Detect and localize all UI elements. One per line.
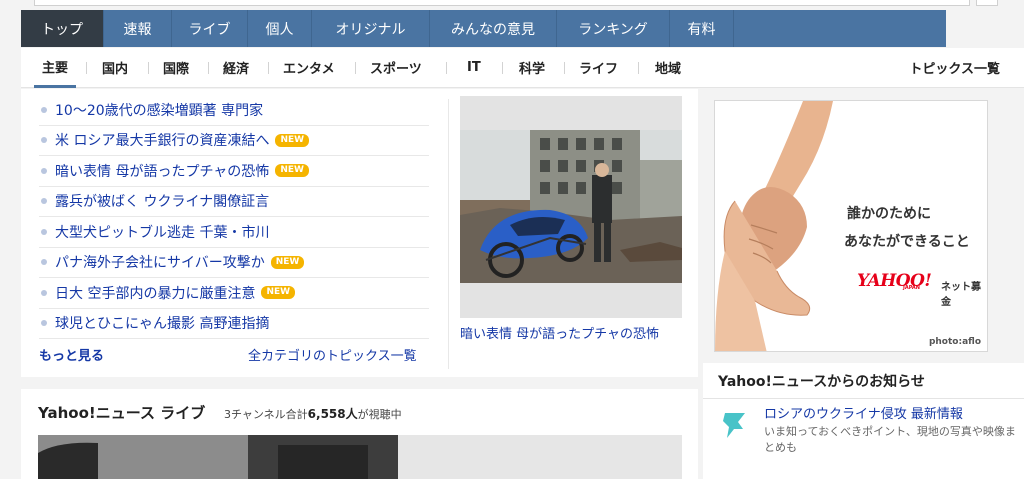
headline-text: 日大 空手部内の暴力に厳重注意 [55,285,256,302]
category-divider [502,62,503,74]
headline-item[interactable]: 日大 空手部内の暴力に厳重注意 NEW [39,278,429,309]
search-input[interactable] [34,0,970,6]
headline-list: 10～20歳代の感染増顕著 専門家 米 ロシア最大手銀行の資産凍結へ NEW 暗い… [39,95,429,339]
category-it[interactable]: IT [467,48,481,86]
category-world[interactable]: 国際 [163,48,189,86]
headline-item[interactable]: 球児とひこにゃん撮影 高野連指摘 [39,309,429,339]
tab-opinions[interactable]: みんなの意見 [430,10,557,47]
tab-paid[interactable]: 有料 [670,10,734,47]
tab-ranking[interactable]: ランキング [557,10,670,47]
column-divider [448,99,449,369]
ad-copy-line1: 誰かのために [847,206,931,222]
ad-banner[interactable]: 誰かのために あなたができること YAHOO! JAPAN ネット募金 phot… [714,100,988,352]
category-divider [148,62,149,74]
category-science[interactable]: 科学 [519,48,545,86]
tab-individual[interactable]: 個人 [248,10,312,47]
notice-divider [703,398,1024,399]
tab-original[interactable]: オリジナル [312,10,430,47]
headline-item[interactable]: 暗い表情 母が語ったプチャの恐怖 NEW [39,156,429,187]
viewers-prefix: 3チャンネル合計 [224,408,308,421]
notice-heading: Yahoo!ニュースからのお知らせ [718,374,925,390]
bullet-icon [41,320,47,327]
viewers-count: 6,558人 [307,407,358,421]
ad-copy-line2: あなたができること [844,234,970,250]
tab-live[interactable]: ライブ [172,10,248,47]
live-section: Yahoo!ニュース ライブ 3チャンネル合計6,558人が視聴中 [21,389,698,479]
headline-text: 露兵が被ばく ウクライナ閣僚証言 [55,194,270,211]
topic-photo-image [460,130,682,283]
topics-section: 10～20歳代の感染増顕著 専門家 米 ロシア最大手銀行の資産凍結へ NEW 暗い… [21,89,698,377]
new-badge: NEW [275,164,309,178]
headline-text: 米 ロシア最大手銀行の資産凍結へ [55,133,270,150]
ad-service-name: ネット募金 [941,282,981,308]
headline-item[interactable]: パナ海外子会社にサイバー攻撃か NEW [39,248,429,278]
category-divider [355,62,356,74]
tab-top[interactable]: トップ [21,10,104,47]
notice-description: いま知っておくべきポイント、現地の写真や映像まとめも [764,425,1016,454]
category-entertainment[interactable]: エンタメ [283,48,335,86]
category-divider [86,62,87,74]
category-divider [446,62,447,74]
notice-section: Yahoo!ニュースからのお知らせ ロシアのウクライナ侵攻 最新情報 いま知って… [703,363,1024,479]
notice-title-link[interactable]: ロシアのウクライナ侵攻 最新情報 [764,403,963,422]
headline-text: 大型犬ピットブル逃走 千葉・市川 [55,224,270,241]
bullet-icon [41,259,47,266]
yahoo-logo-sub: JAPAN [903,285,920,291]
photo-caption-link[interactable]: 暗い表情 母が語ったプチャの恐怖 [460,323,659,342]
category-sports[interactable]: スポーツ [370,48,422,86]
category-divider [208,62,209,74]
bullet-icon [41,167,47,174]
headline-text: 暗い表情 母が語ったプチャの恐怖 [55,163,270,180]
live-video-thumbnail[interactable] [38,435,682,479]
new-badge: NEW [261,286,296,300]
live-viewers: 3チャンネル合計6,558人が視聴中 [224,405,402,422]
topic-photo[interactable] [460,96,682,318]
handshake-image [715,101,987,351]
bullet-icon [41,106,47,113]
category-life[interactable]: ライフ [579,48,618,86]
category-divider [268,62,269,74]
category-main[interactable]: 主要 [34,48,77,88]
new-badge: NEW [275,133,310,147]
bullet-icon [41,137,47,144]
headline-text: 球児とひこにゃん撮影 高野連指摘 [55,316,270,333]
category-divider [638,62,639,74]
headline-item[interactable]: 10～20歳代の感染増顕著 専門家 [39,95,429,126]
search-button[interactable] [976,0,998,6]
pin-icon [723,413,745,438]
header-strip [0,0,1024,10]
headline-item[interactable]: 露兵が被ばく ウクライナ閣僚証言 [39,187,429,217]
photo-credit: photo:aflo [928,337,981,347]
live-video-image [38,435,682,479]
topics-list-link[interactable]: トピックス一覧 [909,48,1000,86]
tab-breaking[interactable]: 速報 [104,10,172,47]
category-divider [564,62,565,74]
category-domestic[interactable]: 国内 [102,48,128,86]
bullet-icon [41,228,47,235]
main-nav: トップ 速報 ライブ 個人 オリジナル みんなの意見 ランキング 有料 [21,10,946,47]
bullet-icon [41,289,47,296]
headline-text: パナ海外子会社にサイバー攻撃か [55,255,265,272]
more-link[interactable]: もっと見る [39,345,104,364]
yahoo-logo: YAHOO! [857,271,932,291]
headline-item[interactable]: 大型犬ピットブル逃走 千葉・市川 [39,217,429,248]
bullet-icon [41,198,47,205]
category-economy[interactable]: 経済 [223,48,249,86]
live-title[interactable]: Yahoo!ニュース ライブ [38,402,205,423]
headline-text: 10～20歳代の感染増顕著 専門家 [55,102,264,119]
all-categories-link[interactable]: 全カテゴリのトピックス一覧 [248,345,417,364]
category-nav: 主要 国内 国際 経済 エンタメ スポーツ IT 科学 ライフ 地域 トピックス… [21,48,1024,88]
category-local[interactable]: 地域 [655,48,681,86]
headline-item[interactable]: 米 ロシア最大手銀行の資産凍結へ NEW [39,126,429,156]
new-badge: NEW [270,255,305,269]
viewers-suffix: が視聴中 [357,408,402,421]
